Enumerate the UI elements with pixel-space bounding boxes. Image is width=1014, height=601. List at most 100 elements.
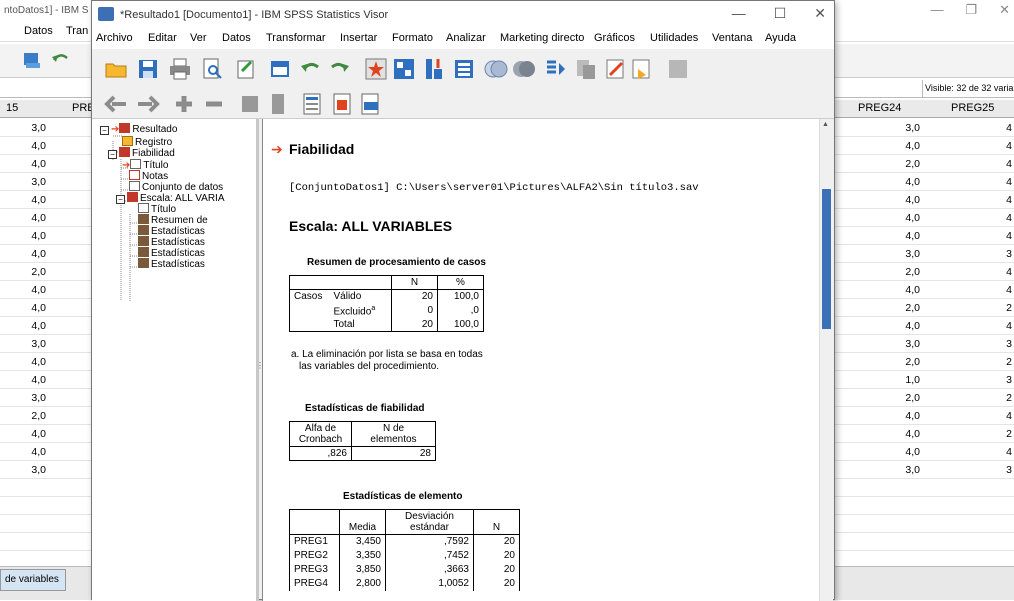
close-icon[interactable]: ✕ xyxy=(814,5,826,22)
restore-icon[interactable]: ❐ xyxy=(965,2,977,18)
use-variable-sets-icon[interactable] xyxy=(604,57,628,81)
menu-transformar[interactable]: Tran xyxy=(66,25,88,37)
grid-cell[interactable]: 4,0 xyxy=(0,446,46,458)
menu-ver[interactable]: Ver xyxy=(190,32,207,44)
dataset-path[interactable]: [ConjuntoDatos1] C:\Users\server01\Pictu… xyxy=(289,182,699,194)
scrollbar-thumb[interactable] xyxy=(822,189,831,329)
insert-case-icon[interactable] xyxy=(452,57,476,81)
grid-cell[interactable]: 4,0 xyxy=(0,158,46,170)
item-statistics-table[interactable]: Media Desviación estándar N PREG1 3,450,75… xyxy=(289,509,520,591)
menu-transformar[interactable]: Transformar xyxy=(266,32,326,44)
grid-cell-preg25[interactable]: 2 xyxy=(926,302,1012,314)
weight-cases-icon[interactable] xyxy=(512,57,536,81)
column-header-preg25[interactable]: PREG25 xyxy=(951,102,994,114)
grid-cell-preg25[interactable]: 4 xyxy=(926,122,1012,134)
minimize-icon[interactable]: — xyxy=(930,2,943,18)
goto-case-icon[interactable] xyxy=(364,57,388,81)
grid-cell-preg25[interactable]: 4 xyxy=(926,194,1012,206)
grid-cell-preg25[interactable]: 4 xyxy=(926,266,1012,278)
grid-cell-preg24[interactable]: 1,0 xyxy=(836,374,920,386)
menu-formato[interactable]: Formato xyxy=(392,32,433,44)
output-heading[interactable]: Fiabilidad xyxy=(289,141,354,157)
grid-cell-preg24[interactable]: 4,0 xyxy=(836,176,920,188)
grid-cell-preg25[interactable]: 4 xyxy=(926,320,1012,332)
grid-cell-preg25[interactable]: 4 xyxy=(926,140,1012,152)
grid-cell-preg24[interactable]: 2,0 xyxy=(836,266,920,278)
grid-cell-preg25[interactable]: 2 xyxy=(926,428,1012,440)
grid-cell-preg24[interactable]: 2,0 xyxy=(836,302,920,314)
grid-cell-preg25[interactable]: 3 xyxy=(926,464,1012,476)
column-header[interactable]: 15 xyxy=(6,102,18,114)
menu-analizar[interactable]: Analizar xyxy=(446,32,486,44)
recall-dialog-icon[interactable] xyxy=(268,57,292,81)
vertical-scrollbar[interactable]: ▲ xyxy=(819,119,833,601)
menu-archivo[interactable]: Archivo xyxy=(96,32,133,44)
select-cases-icon[interactable] xyxy=(544,57,568,81)
grid-cell[interactable]: 3,0 xyxy=(0,122,46,134)
open-data-icon[interactable] xyxy=(22,50,42,70)
menu-datos[interactable]: Datos xyxy=(24,25,53,37)
grid-cell-preg24[interactable]: 3,0 xyxy=(836,122,920,134)
demote-arrow-right-icon[interactable] xyxy=(136,92,160,116)
grid-cell[interactable]: 4,0 xyxy=(0,194,46,206)
grid-cell[interactable]: 4,0 xyxy=(0,248,46,260)
grid-cell-preg24[interactable]: 2,0 xyxy=(836,356,920,368)
grid-cell-preg25[interactable]: 4 xyxy=(926,284,1012,296)
outline-node-estadisticas[interactable]: Estadísticas xyxy=(138,258,205,270)
split-file-icon[interactable] xyxy=(484,57,508,81)
grid-cell-preg24[interactable]: 4,0 xyxy=(836,194,920,206)
grid-cell[interactable]: 4,0 xyxy=(0,356,46,368)
reliability-table[interactable]: Alfa de Cronbach N de elementos ,826 28 xyxy=(289,421,436,461)
goto-variable-icon[interactable] xyxy=(392,57,416,81)
splitter-handle-icon[interactable]: ⋮ xyxy=(256,361,264,375)
outline-node-fiabilidad[interactable]: − Fiabilidad xyxy=(108,147,175,159)
open-icon[interactable] xyxy=(104,57,128,81)
insert-variable-icon[interactable] xyxy=(422,57,446,81)
tab-variable-view[interactable]: de variables xyxy=(0,569,66,591)
grid-cell[interactable]: 4,0 xyxy=(0,212,46,224)
grid-cell-preg24[interactable]: 3,0 xyxy=(836,464,920,476)
grid-cell-preg24[interactable]: 4,0 xyxy=(836,140,920,152)
print-preview-icon[interactable] xyxy=(200,57,224,81)
insert-text-icon[interactable] xyxy=(358,92,382,116)
grid-cell-preg24[interactable]: 4,0 xyxy=(836,284,920,296)
grid-cell[interactable]: 2,0 xyxy=(0,266,46,278)
collapse-node-icon[interactable]: − xyxy=(108,150,117,159)
expand-plus-icon[interactable] xyxy=(172,92,196,116)
minimize-icon[interactable]: — xyxy=(732,5,746,22)
collapse-node-icon[interactable]: − xyxy=(116,195,125,204)
insert-title-icon[interactable] xyxy=(330,92,354,116)
save-icon[interactable] xyxy=(136,57,160,81)
menu-insertar[interactable]: Insertar xyxy=(340,32,377,44)
print-icon[interactable] xyxy=(168,57,192,81)
grid-cell-preg24[interactable]: 4,0 xyxy=(836,320,920,332)
menu-utilidades[interactable]: Utilidades xyxy=(650,32,698,44)
column-header-preg24[interactable]: PREG24 xyxy=(858,102,901,114)
grid-cell[interactable]: 4,0 xyxy=(0,284,46,296)
maximize-icon[interactable]: ☐ xyxy=(774,5,787,22)
grid-cell-preg25[interactable]: 2 xyxy=(926,392,1012,404)
hide-icon[interactable] xyxy=(266,92,290,116)
export-icon[interactable] xyxy=(234,57,258,81)
grid-cell-preg25[interactable]: 3 xyxy=(926,338,1012,350)
collapse-minus-icon[interactable] xyxy=(202,92,226,116)
grid-cell-preg24[interactable]: 4,0 xyxy=(836,212,920,224)
close-icon[interactable]: ✕ xyxy=(999,2,1010,18)
menu-editar[interactable]: Editar xyxy=(148,32,177,44)
grid-cell-preg25[interactable]: 4 xyxy=(926,212,1012,224)
grid-cell[interactable]: 3,0 xyxy=(0,464,46,476)
grid-cell[interactable]: 4,0 xyxy=(0,320,46,332)
grid-cell-preg25[interactable]: 4 xyxy=(926,176,1012,188)
scale-title[interactable]: Escala: ALL VARIABLES xyxy=(289,218,452,234)
insert-heading-icon[interactable] xyxy=(300,92,324,116)
outline-node-resultado[interactable]: − ➔ Resultado xyxy=(100,123,177,135)
promote-arrow-left-icon[interactable] xyxy=(104,92,128,116)
undo-icon[interactable] xyxy=(50,50,70,70)
grid-cell-preg25[interactable]: 4 xyxy=(926,446,1012,458)
collapse-node-icon[interactable]: − xyxy=(100,126,109,135)
undo-icon[interactable] xyxy=(298,57,322,81)
grid-cell-preg25[interactable]: 4 xyxy=(926,230,1012,242)
grid-cell-preg25[interactable]: 3 xyxy=(926,248,1012,260)
menu-marketing-directo[interactable]: Marketing directo xyxy=(500,32,584,44)
grid-cell[interactable]: 2,0 xyxy=(0,410,46,422)
